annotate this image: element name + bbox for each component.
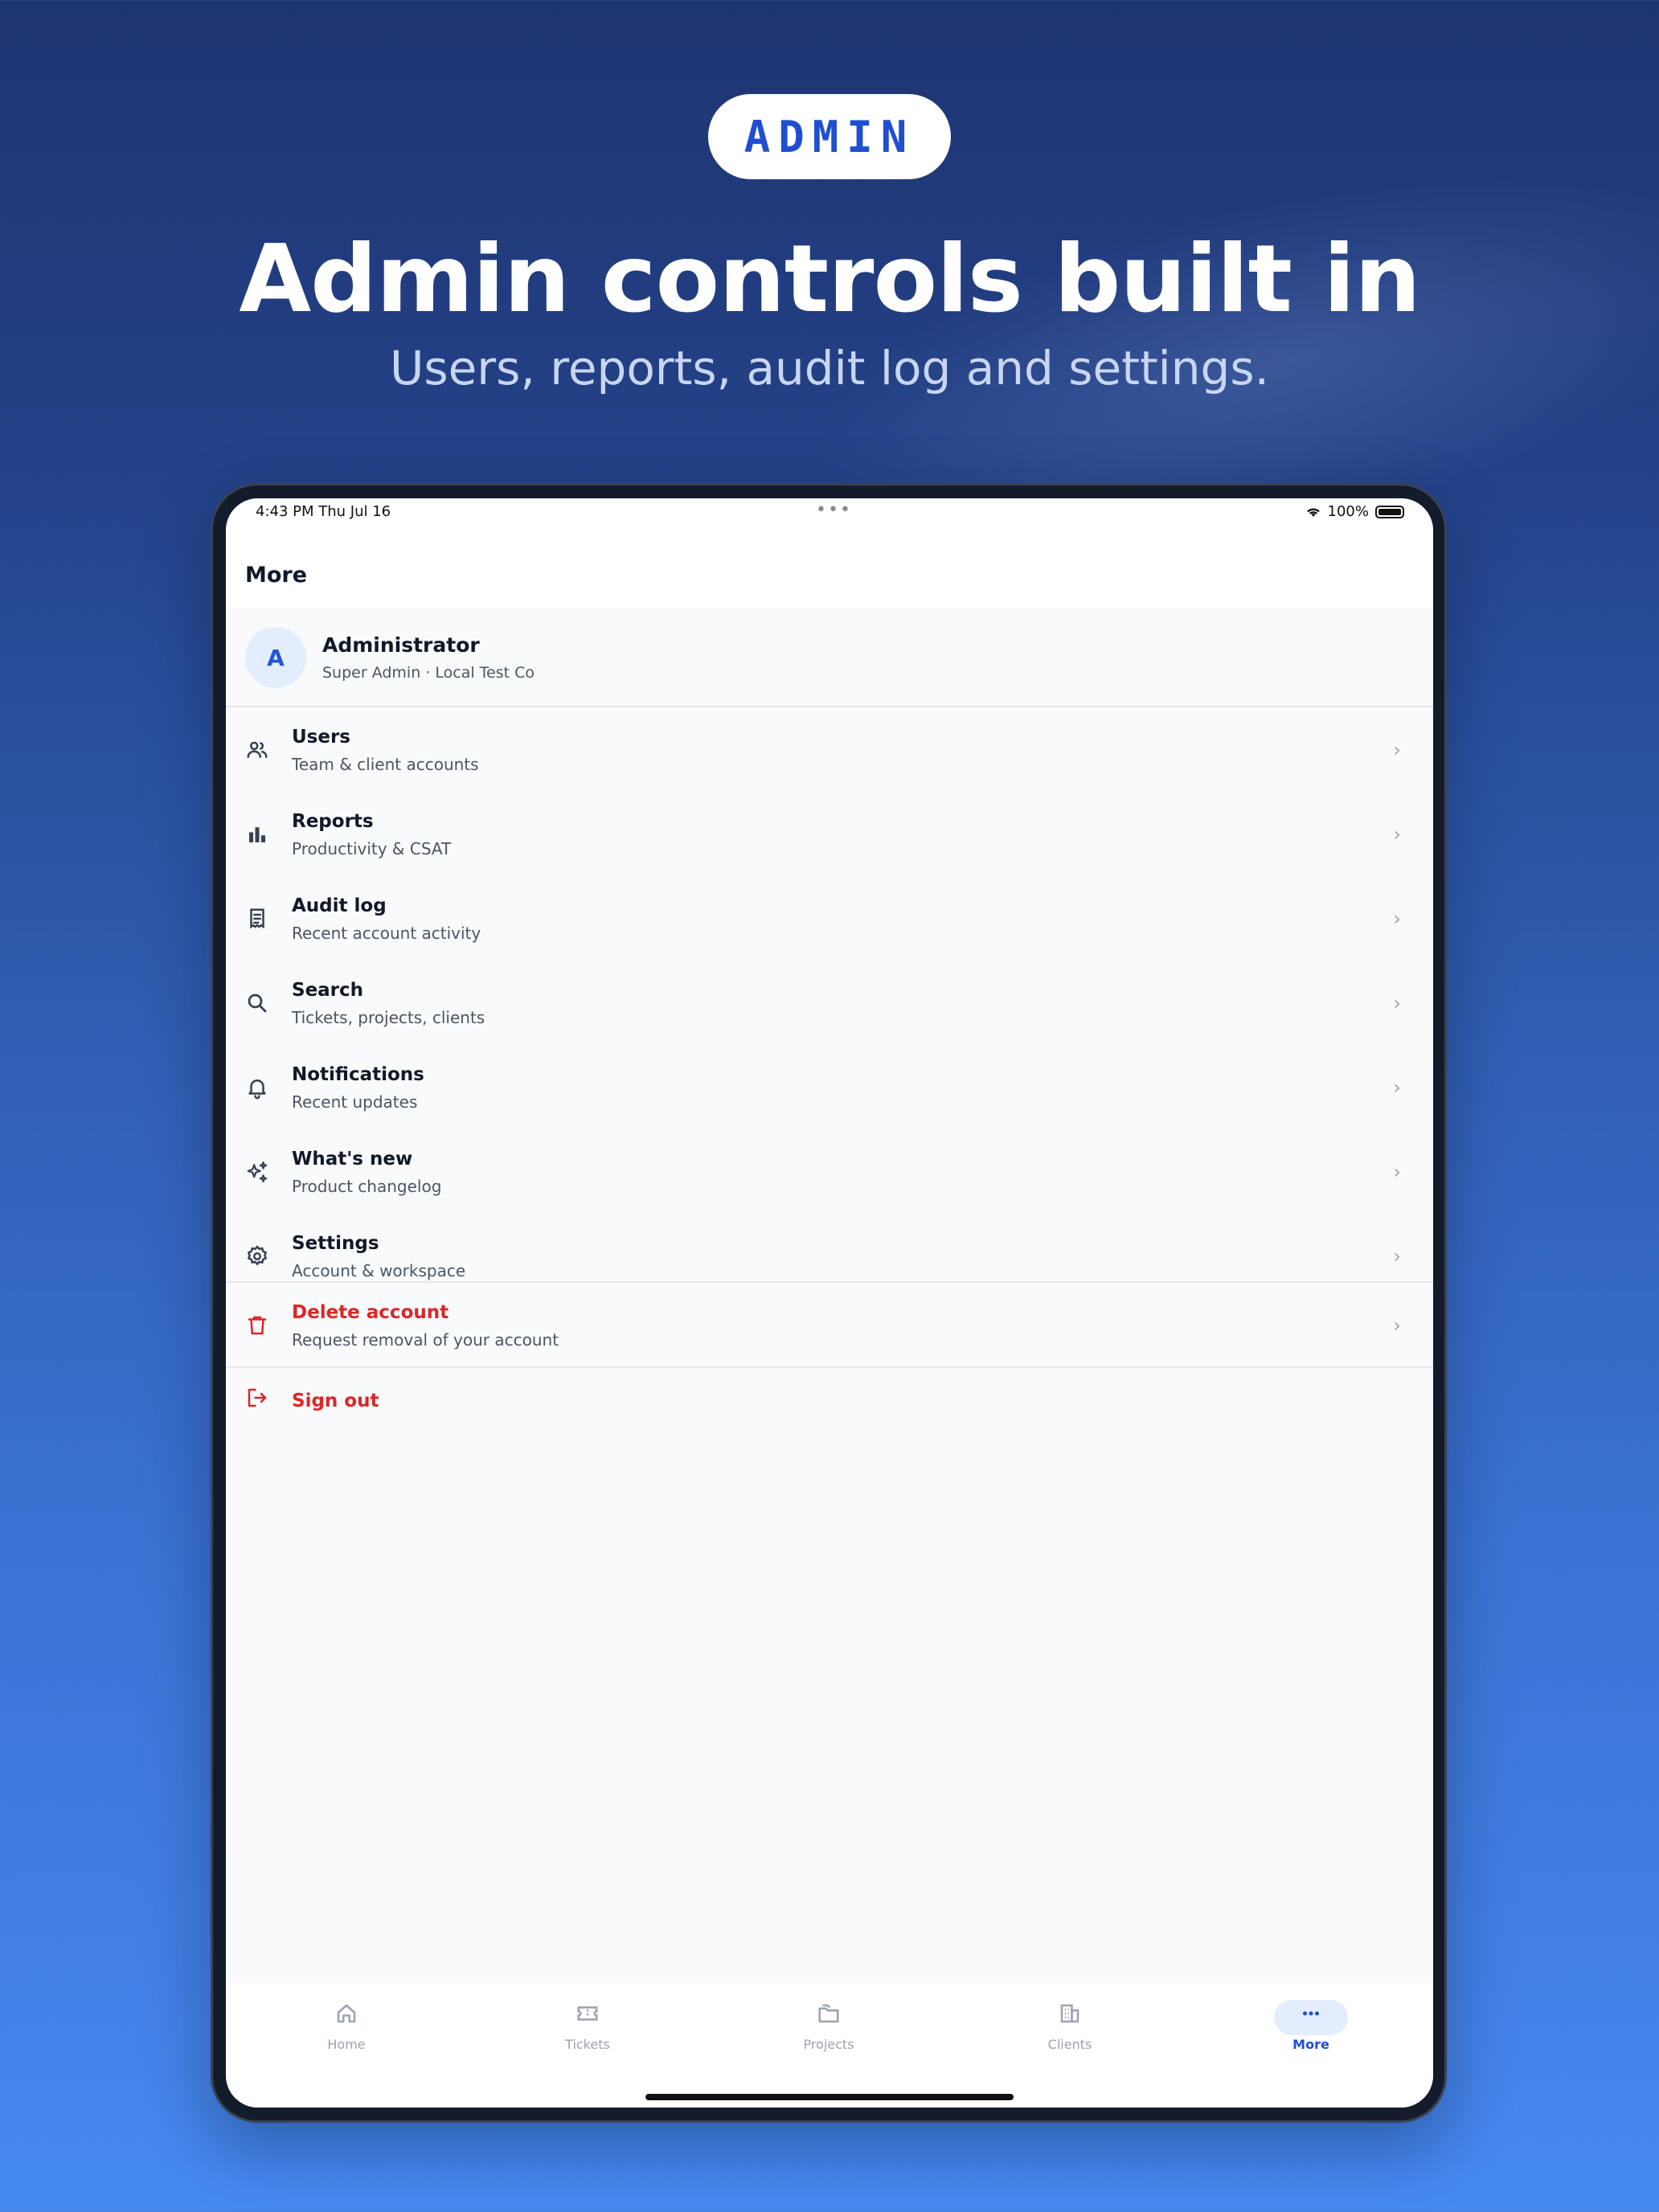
more-icon <box>1303 2011 1319 2016</box>
menu-item-delete-account[interactable]: Delete account Request removal of your a… <box>226 1283 1433 1367</box>
receipt-icon <box>250 908 264 929</box>
bell-icon <box>248 1079 266 1100</box>
sign-out-button[interactable]: Sign out <box>226 1368 1433 1436</box>
battery-percent: 100% <box>1327 503 1369 520</box>
tab-label: Home <box>327 2037 366 2052</box>
profile-name: Administrator <box>322 633 480 657</box>
trash-icon <box>248 1316 267 1335</box>
admin-badge: ADMIN <box>708 94 951 179</box>
building-icon <box>1060 2004 1079 2023</box>
menu-item-title: Audit log <box>292 895 387 916</box>
page-header: More <box>226 542 1433 608</box>
chevron-right-icon: › <box>1393 1076 1401 1099</box>
menu-item-title: Search <box>292 980 364 1001</box>
home-indicator[interactable] <box>645 2094 1014 2100</box>
tab-clients[interactable]: Clients <box>949 1984 1190 2080</box>
battery-icon <box>1375 505 1404 518</box>
tab-label: More <box>1292 2037 1329 2052</box>
status-bar: 4:43 PM Thu Jul 16 ••• 100% <box>226 498 1433 542</box>
menu-item-users[interactable]: Users Team & client accounts › <box>226 707 1433 792</box>
page-title: More <box>245 563 308 588</box>
menu-item-title: What's new <box>292 1149 413 1169</box>
bar-chart-icon <box>249 827 265 842</box>
app-screen: 4:43 PM Thu Jul 16 ••• 100% More A Admin… <box>226 498 1433 2108</box>
tab-tickets[interactable]: Tickets <box>467 1984 708 2080</box>
tab-label: Tickets <box>565 2037 610 2052</box>
profile-card[interactable]: A Administrator Super Admin · Local Test… <box>226 608 1433 707</box>
ticket-icon <box>577 2006 598 2021</box>
chevron-right-icon: › <box>1393 1314 1401 1337</box>
multitasking-dots[interactable]: ••• <box>816 500 852 520</box>
status-time: 4:43 PM Thu Jul 16 <box>256 503 391 520</box>
menu-item-title: Users <box>292 727 350 748</box>
users-icon <box>247 741 268 758</box>
chevron-right-icon: › <box>1393 1245 1401 1268</box>
chevron-right-icon: › <box>1393 823 1401 846</box>
profile-role: Super Admin · Local Test Co <box>322 664 535 682</box>
chevron-right-icon: › <box>1393 1161 1401 1183</box>
home-icon <box>337 2004 356 2023</box>
tab-label: Clients <box>1047 2037 1092 2052</box>
menu-item-title: Reports <box>292 811 374 832</box>
tab-bar: Home Tickets Projects Clients More <box>226 1984 1433 2108</box>
wifi-icon <box>1306 507 1320 517</box>
subheadline: Users, reports, audit log and settings. <box>389 341 1270 395</box>
search-icon <box>248 993 267 1013</box>
menu-item-subtitle: Team & client accounts <box>292 755 479 774</box>
menu-item-subtitle: Product changelog <box>292 1177 442 1196</box>
admin-badge-label: ADMIN <box>743 111 916 162</box>
chevron-right-icon: › <box>1393 739 1401 761</box>
menu-item-title: Delete account <box>292 1302 449 1323</box>
menu-item-title: Settings <box>292 1233 379 1254</box>
gear-icon <box>247 1245 268 1266</box>
menu-item-reports[interactable]: Reports Productivity & CSAT › <box>226 792 1433 876</box>
tab-label: Projects <box>803 2037 854 2052</box>
menu-item-whats-new[interactable]: What's new Product changelog › <box>226 1129 1433 1214</box>
chevron-right-icon: › <box>1393 907 1401 930</box>
folder-icon <box>818 2004 839 2023</box>
menu-item-subtitle: Tickets, projects, clients <box>292 1008 485 1027</box>
menu-item-subtitle: Recent updates <box>292 1092 418 1112</box>
sign-out-icon <box>248 1388 267 1407</box>
menu-item-subtitle: Recent account activity <box>292 924 481 943</box>
sparkles-icon <box>247 1161 268 1182</box>
menu-item-subtitle: Productivity & CSAT <box>292 839 452 858</box>
sign-out-label: Sign out <box>292 1391 379 1411</box>
tab-projects[interactable]: Projects <box>708 1984 949 2080</box>
menu-item-audit-log[interactable]: Audit log Recent account activity › <box>226 876 1433 961</box>
headline: Admin controls built in <box>239 225 1420 334</box>
menu-item-notifications[interactable]: Notifications Recent updates › <box>226 1045 1433 1129</box>
chevron-right-icon: › <box>1393 992 1401 1014</box>
tab-home[interactable]: Home <box>226 1984 467 2080</box>
tab-more[interactable]: More <box>1190 1984 1432 2080</box>
status-right: 100% <box>1305 503 1404 520</box>
menu-item-subtitle: Account & workspace <box>292 1261 466 1280</box>
menu-item-title: Notifications <box>292 1064 424 1085</box>
avatar: A <box>245 627 306 688</box>
menu-item-search[interactable]: Search Tickets, projects, clients › <box>226 961 1433 1045</box>
menu-item-subtitle: Request removal of your account <box>292 1330 559 1350</box>
